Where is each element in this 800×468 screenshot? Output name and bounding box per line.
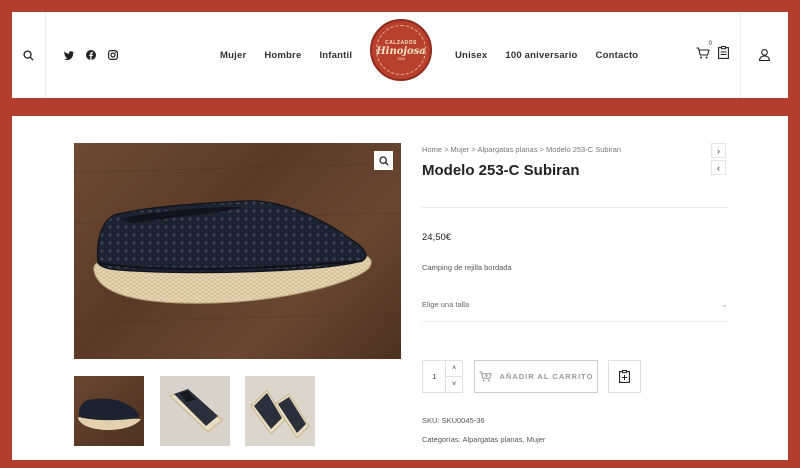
espadrille-thumbnail-image <box>78 398 141 430</box>
social-links <box>64 50 118 60</box>
nav-link-contacto[interactable]: Contacto <box>596 50 639 61</box>
site-header: Mujer Hombre Infantil CALZADOS Hinojosa … <box>12 12 788 98</box>
espadrille-thumbnail-image <box>250 389 310 439</box>
twitter-link[interactable] <box>64 50 74 60</box>
chevron-down-icon: ⌄ <box>721 300 728 309</box>
next-product-button[interactable]: › <box>711 143 726 158</box>
magnify-icon <box>378 155 389 166</box>
product-main-image[interactable] <box>74 143 401 359</box>
quantity-increase-button[interactable]: ˄ <box>446 361 462 377</box>
wishlist-icon <box>718 46 729 59</box>
product-thumbnail[interactable] <box>245 376 315 446</box>
wishlist-button[interactable] <box>718 46 729 64</box>
cart-icon <box>696 47 710 59</box>
divider <box>422 207 728 208</box>
product-page: Home > Mujer > Alpargatas planas > Model… <box>12 116 788 460</box>
zoom-button[interactable] <box>374 151 393 170</box>
logo-ring <box>376 25 426 75</box>
cart-button[interactable]: 0 <box>696 41 712 64</box>
product-navigation: › ‹ <box>711 143 726 177</box>
cart-plus-icon <box>479 371 492 382</box>
product-title: Modelo 253-C Subiran <box>422 162 580 179</box>
nav-link-mujer[interactable]: Mujer <box>220 50 246 61</box>
nav-link-hombre[interactable]: Hombre <box>264 50 301 61</box>
search-button[interactable] <box>12 12 46 98</box>
nav-link-unisex[interactable]: Unisex <box>455 50 487 61</box>
product-sku: SKU: SKU0045-36 <box>422 416 485 425</box>
account-button[interactable] <box>740 12 788 98</box>
divider <box>422 321 728 322</box>
chevron-up-icon: ˄ <box>452 365 457 372</box>
chevron-right-icon: › <box>717 145 720 156</box>
facebook-link[interactable] <box>86 50 96 60</box>
wishlist-add-icon <box>619 370 630 383</box>
quantity-arrows: ˄ ˅ <box>445 361 462 392</box>
quantity-input[interactable]: 1 <box>423 361 445 392</box>
chevron-down-icon: ˅ <box>452 381 457 388</box>
facebook-icon <box>86 50 96 60</box>
instagram-link[interactable] <box>108 50 118 60</box>
espadrille-image <box>74 162 401 324</box>
header-actions: 0 <box>696 12 729 98</box>
size-select-placeholder: Elige una talla <box>422 300 470 309</box>
espadrille-thumbnail-image <box>169 389 223 433</box>
add-to-wishlist-button[interactable] <box>608 360 641 393</box>
add-to-cart-button[interactable]: AÑADIR AL CARRITO <box>474 360 598 393</box>
twitter-icon <box>64 50 74 60</box>
breadcrumb[interactable]: Home > Mujer > Alpargatas planas > Model… <box>422 145 621 154</box>
product-short-description: Camping de rejilla bordada <box>422 263 512 272</box>
instagram-icon <box>108 50 118 60</box>
product-price: 24,50€ <box>422 232 452 243</box>
site-logo[interactable]: CALZADOS Hinojosa 1926 <box>370 19 432 81</box>
product-thumbnail[interactable] <box>160 376 230 446</box>
search-icon <box>23 49 34 61</box>
quantity-stepper[interactable]: 1 ˄ ˅ <box>422 360 463 393</box>
chevron-left-icon: ‹ <box>717 162 720 173</box>
cart-count: 0 <box>708 41 712 47</box>
size-select[interactable]: Elige una talla ⌄ <box>422 300 728 309</box>
product-categories[interactable]: Categorías: Alpargatas planas, Mujer <box>422 435 545 444</box>
nav-link-infantil[interactable]: Infantil <box>319 50 352 61</box>
main-nav-right: Unisex 100 aniversario Contacto <box>455 12 638 98</box>
quantity-decrease-button[interactable]: ˅ <box>446 377 462 392</box>
prev-product-button[interactable]: ‹ <box>711 160 726 175</box>
main-nav-left: Mujer Hombre Infantil <box>220 12 352 98</box>
add-to-cart-label: AÑADIR AL CARRITO <box>499 372 594 381</box>
nav-link-aniversario[interactable]: 100 aniversario <box>505 50 577 61</box>
user-icon <box>759 49 770 61</box>
product-thumbnail[interactable] <box>74 376 144 446</box>
